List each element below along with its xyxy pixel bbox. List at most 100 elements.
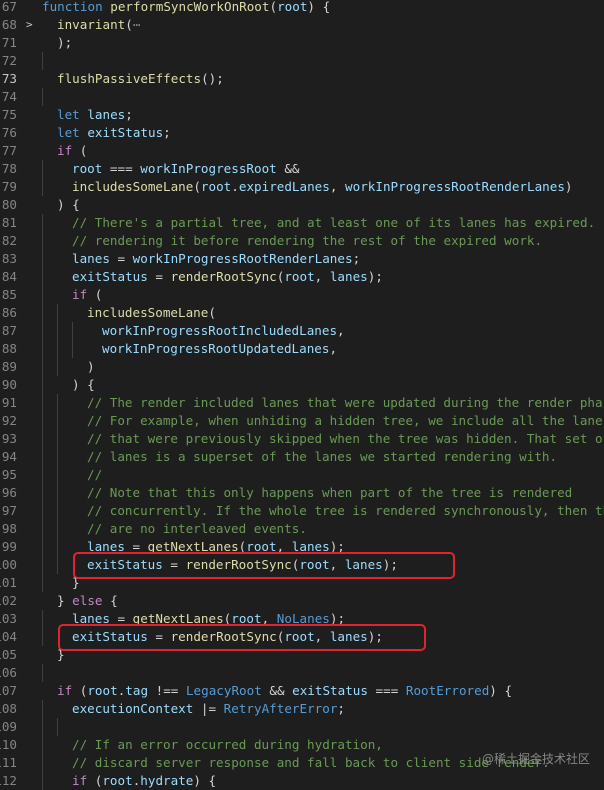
code-token: root [87, 683, 118, 698]
code-token: lanes [87, 107, 126, 122]
code-line[interactable]: 83 lanes = workInProgressRootRenderLanes; [0, 250, 604, 268]
code-token: root [284, 269, 315, 284]
code-line[interactable]: 78 root === workInProgressRoot && [0, 160, 604, 178]
code-line[interactable]: 101} [0, 574, 604, 592]
line-number: 91 [1, 395, 17, 410]
code-line[interactable]: 98 // are no interleaved events. [0, 520, 604, 538]
code-token: RetryAfterError [223, 701, 338, 716]
line-number: 77 [1, 143, 17, 158]
code-token: workInProgressRootIncludedLanes [102, 323, 338, 338]
indent-guide [42, 304, 43, 322]
code-line[interactable]: 108 executionContext |= RetryAfterError; [0, 700, 604, 718]
code-line[interactable]: 91 // The render included lanes that were… [0, 394, 604, 412]
code-line[interactable]: 72 [0, 52, 604, 70]
indent-guide [42, 448, 43, 466]
line-number: 92 [1, 413, 17, 428]
indent-guide [42, 430, 43, 448]
code-token: ; [352, 251, 361, 266]
code-line[interactable]: 80) { [0, 196, 604, 214]
line-number: 105 [0, 647, 17, 662]
code-text: if ( [72, 286, 102, 304]
code-token: includesSomeLane [72, 179, 194, 194]
code-line[interactable]: 77 if ( [0, 142, 604, 160]
code-line[interactable]: 95 // [0, 466, 604, 484]
code-token: workInProgressRootRenderLanes [132, 251, 353, 266]
code-line[interactable]: 81 // There's a partial tree, and at leas… [0, 214, 604, 232]
indent-guide [42, 232, 43, 250]
code-text: } [57, 646, 65, 664]
code-text: ) [87, 358, 95, 376]
code-line[interactable]: 94 // lanes is a superset of the lanes we… [0, 448, 604, 466]
code-token: , [329, 341, 338, 356]
indent-guide [57, 430, 58, 448]
code-line[interactable]: 71); [0, 34, 604, 52]
code-line[interactable]: 82 // rendering it before rendering the r… [0, 232, 604, 250]
line-number: 84 [1, 269, 17, 284]
code-line[interactable]: 90) { [0, 376, 604, 394]
code-line[interactable]: 73 flushPassiveEffects(); [0, 70, 604, 88]
code-line[interactable]: 67 function performSyncWorkOnRoot(root) { [0, 0, 604, 16]
line-number: 89 [1, 359, 17, 374]
code-line[interactable]: 76 let exitStatus; [0, 124, 604, 142]
code-text: let lanes; [57, 106, 133, 124]
code-line[interactable]: 74 [0, 88, 604, 106]
code-line[interactable]: 88 workInProgressRootUpdatedLanes, [0, 340, 604, 358]
code-text: // concurrently. If the whole tree is re… [87, 502, 604, 520]
code-line[interactable]: 87 workInProgressRootIncludedLanes, [0, 322, 604, 340]
code-token: lanes [72, 251, 110, 266]
code-token: ( [87, 773, 103, 788]
code-text: // For example, when unhiding a hidden t… [87, 412, 604, 430]
indent-guide [42, 538, 43, 556]
code-token: renderRootSync [170, 269, 277, 284]
code-line[interactable]: 105} [0, 646, 604, 664]
code-line[interactable]: 79 includesSomeLane(root.expiredLanes, wo… [0, 178, 604, 196]
code-token: // are no interleaved events. [87, 521, 307, 536]
code-line[interactable]: 89) [0, 358, 604, 376]
code-text: if (root.hydrate) { [72, 772, 216, 790]
indent-guide [57, 466, 58, 484]
code-line[interactable]: 84 exitStatus = renderRootSync(root, lane… [0, 268, 604, 286]
code-token: // [87, 467, 103, 482]
code-token: ; [337, 701, 345, 716]
indent-guide [42, 394, 43, 412]
code-line[interactable]: 93 // that were previously skipped when t… [0, 430, 604, 448]
code-token: root [277, 0, 308, 14]
code-line[interactable]: 107 if (root.tag !== LegacyRoot && exitSt… [0, 682, 604, 700]
indent-guide [57, 448, 58, 466]
code-line[interactable]: 85 if ( [0, 286, 604, 304]
code-token: let [57, 125, 88, 140]
code-text: workInProgressRootUpdatedLanes, [102, 340, 337, 358]
code-line[interactable]: 102} else { [0, 592, 604, 610]
code-line[interactable]: 112 if (root.hydrate) { [0, 772, 604, 790]
code-text: ) { [72, 376, 95, 394]
code-token: // There's a partial tree, and at least … [72, 215, 604, 230]
code-line[interactable]: 92 // For example, when unhiding a hidden… [0, 412, 604, 430]
indent-guide [57, 340, 58, 358]
indent-guide [42, 484, 43, 502]
code-token: if [72, 773, 88, 788]
code-token: root [102, 773, 133, 788]
code-line[interactable]: 97 // concurrently. If the whole tree is … [0, 502, 604, 520]
code-line[interactable]: 68 > invariant(⋯ [0, 16, 604, 34]
code-editor[interactable]: 67 function performSyncWorkOnRoot(root) {… [0, 0, 604, 790]
indent-guide [42, 160, 43, 178]
code-line[interactable]: 86 includesSomeLane( [0, 304, 604, 322]
code-line[interactable]: 96 // Note that this only happens when pa… [0, 484, 604, 502]
line-number: 111 [0, 755, 17, 770]
line-number: 109 [0, 719, 17, 734]
code-token: hydrate [140, 773, 194, 788]
indent-guide [42, 286, 43, 304]
code-line[interactable]: 109 [0, 718, 604, 736]
code-token: // lanes is a superset of the lanes we s… [87, 449, 558, 464]
indent-guide [42, 376, 43, 394]
code-line[interactable]: 106 [0, 664, 604, 682]
indent-guide [42, 178, 43, 196]
indent-guide [57, 394, 58, 412]
fold-chevron-icon[interactable]: > [26, 16, 33, 34]
indent-guide [42, 268, 43, 286]
line-number: 75 [1, 107, 17, 122]
line-number: 98 [1, 521, 17, 536]
code-token: ( [72, 683, 88, 698]
line-number: 86 [1, 305, 17, 320]
code-line[interactable]: 75 let lanes; [0, 106, 604, 124]
